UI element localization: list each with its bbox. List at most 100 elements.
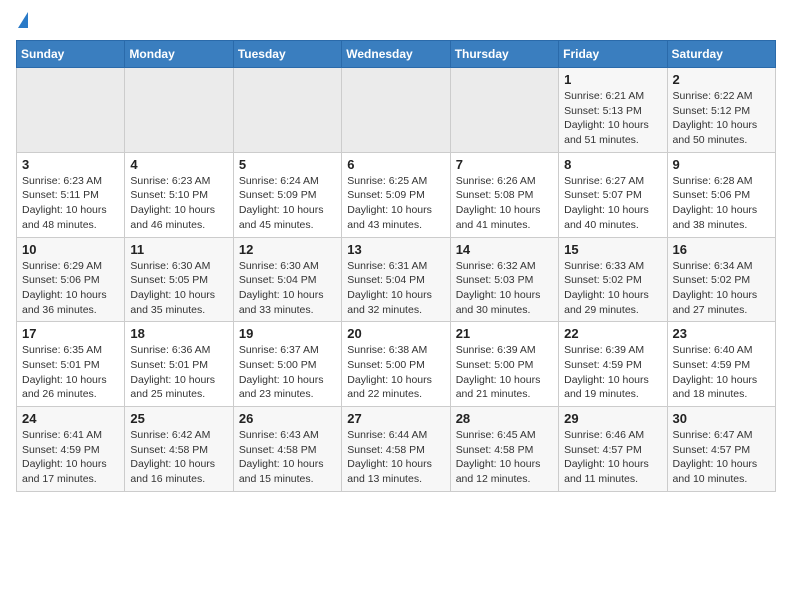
page-header (16, 16, 776, 28)
day-number: 23 (673, 326, 770, 341)
calendar-week-row: 17Sunrise: 6:35 AM Sunset: 5:01 PM Dayli… (17, 322, 776, 407)
weekday-header: Monday (125, 41, 233, 68)
day-number: 11 (130, 242, 227, 257)
calendar-cell: 4 Sunrise: 6:23 AM Sunset: 5:10 PM Daylig… (125, 152, 233, 237)
calendar-cell (125, 68, 233, 153)
day-info: Sunrise: 6:25 AM Sunset: 5:09 PM Dayligh… (347, 174, 444, 233)
calendar-header-row: SundayMondayTuesdayWednesdayThursdayFrid… (17, 41, 776, 68)
calendar-cell: 23Sunrise: 6:40 AM Sunset: 4:59 PM Dayli… (667, 322, 775, 407)
calendar-cell: 2Sunrise: 6:22 AM Sunset: 5:12 PM Daylig… (667, 68, 775, 153)
day-info: Sunrise: 6:34 AM Sunset: 5:02 PM Dayligh… (673, 259, 770, 318)
day-info: Sunrise: 6:44 AM Sunset: 4:58 PM Dayligh… (347, 428, 444, 487)
day-info: Sunrise: 6:45 AM Sunset: 4:58 PM Dayligh… (456, 428, 553, 487)
day-info: Sunrise: 6:39 AM Sunset: 4:59 PM Dayligh… (564, 343, 661, 402)
day-number: 21 (456, 326, 553, 341)
calendar-cell (450, 68, 558, 153)
calendar-cell (342, 68, 450, 153)
day-info: Sunrise: 6:41 AM Sunset: 4:59 PM Dayligh… (22, 428, 119, 487)
day-number: 2 (673, 72, 770, 87)
calendar-cell: 15 Sunrise: 6:33 AM Sunset: 5:02 PM Dayli… (559, 237, 667, 322)
calendar-cell: 13 Sunrise: 6:31 AM Sunset: 5:04 PM Dayli… (342, 237, 450, 322)
day-info: Sunrise: 6:31 AM Sunset: 5:04 PM Dayligh… (347, 259, 444, 318)
day-info: Sunrise: 6:26 AM Sunset: 5:08 PM Dayligh… (456, 174, 553, 233)
logo (16, 16, 28, 28)
calendar-cell: 24 Sunrise: 6:41 AM Sunset: 4:59 PM Dayli… (17, 407, 125, 492)
day-info: Sunrise: 6:36 AM Sunset: 5:01 PM Dayligh… (130, 343, 227, 402)
calendar-table: SundayMondayTuesdayWednesdayThursdayFrid… (16, 40, 776, 492)
day-info: Sunrise: 6:38 AM Sunset: 5:00 PM Dayligh… (347, 343, 444, 402)
weekday-header: Saturday (667, 41, 775, 68)
calendar-cell (233, 68, 341, 153)
day-number: 26 (239, 411, 336, 426)
day-info: Sunrise: 6:32 AM Sunset: 5:03 PM Dayligh… (456, 259, 553, 318)
day-info: Sunrise: 6:21 AM Sunset: 5:13 PM Dayligh… (564, 89, 661, 148)
day-number: 8 (564, 157, 661, 172)
day-number: 29 (564, 411, 661, 426)
calendar-cell: 27Sunrise: 6:44 AM Sunset: 4:58 PM Dayli… (342, 407, 450, 492)
calendar-cell: 29 Sunrise: 6:46 AM Sunset: 4:57 PM Dayli… (559, 407, 667, 492)
calendar-cell: 20 Sunrise: 6:38 AM Sunset: 5:00 PM Dayli… (342, 322, 450, 407)
calendar-cell: 17Sunrise: 6:35 AM Sunset: 5:01 PM Dayli… (17, 322, 125, 407)
day-info: Sunrise: 6:30 AM Sunset: 5:04 PM Dayligh… (239, 259, 336, 318)
calendar-week-row: 10Sunrise: 6:29 AM Sunset: 5:06 PM Dayli… (17, 237, 776, 322)
day-number: 22 (564, 326, 661, 341)
page-container: SundayMondayTuesdayWednesdayThursdayFrid… (0, 0, 792, 504)
calendar-week-row: 3 Sunrise: 6:23 AM Sunset: 5:11 PM Daylig… (17, 152, 776, 237)
day-number: 20 (347, 326, 444, 341)
calendar-week-row: 1 Sunrise: 6:21 AM Sunset: 5:13 PM Daylig… (17, 68, 776, 153)
calendar-week-row: 24 Sunrise: 6:41 AM Sunset: 4:59 PM Dayli… (17, 407, 776, 492)
day-number: 3 (22, 157, 119, 172)
weekday-header: Tuesday (233, 41, 341, 68)
day-number: 28 (456, 411, 553, 426)
day-number: 18 (130, 326, 227, 341)
day-info: Sunrise: 6:33 AM Sunset: 5:02 PM Dayligh… (564, 259, 661, 318)
calendar-cell: 21 Sunrise: 6:39 AM Sunset: 5:00 PM Dayli… (450, 322, 558, 407)
day-info: Sunrise: 6:29 AM Sunset: 5:06 PM Dayligh… (22, 259, 119, 318)
day-number: 30 (673, 411, 770, 426)
weekday-header: Thursday (450, 41, 558, 68)
calendar-cell: 19 Sunrise: 6:37 AM Sunset: 5:00 PM Dayli… (233, 322, 341, 407)
calendar-cell: 18 Sunrise: 6:36 AM Sunset: 5:01 PM Dayli… (125, 322, 233, 407)
calendar-cell: 12 Sunrise: 6:30 AM Sunset: 5:04 PM Dayli… (233, 237, 341, 322)
day-number: 15 (564, 242, 661, 257)
day-info: Sunrise: 6:42 AM Sunset: 4:58 PM Dayligh… (130, 428, 227, 487)
weekday-header: Friday (559, 41, 667, 68)
calendar-cell: 16 Sunrise: 6:34 AM Sunset: 5:02 PM Dayli… (667, 237, 775, 322)
weekday-header: Wednesday (342, 41, 450, 68)
calendar-cell: 9 Sunrise: 6:28 AM Sunset: 5:06 PM Daylig… (667, 152, 775, 237)
day-info: Sunrise: 6:39 AM Sunset: 5:00 PM Dayligh… (456, 343, 553, 402)
calendar-cell (17, 68, 125, 153)
day-number: 1 (564, 72, 661, 87)
day-number: 13 (347, 242, 444, 257)
day-number: 5 (239, 157, 336, 172)
day-info: Sunrise: 6:24 AM Sunset: 5:09 PM Dayligh… (239, 174, 336, 233)
day-info: Sunrise: 6:35 AM Sunset: 5:01 PM Dayligh… (22, 343, 119, 402)
day-number: 12 (239, 242, 336, 257)
calendar-cell: 10Sunrise: 6:29 AM Sunset: 5:06 PM Dayli… (17, 237, 125, 322)
day-number: 16 (673, 242, 770, 257)
calendar-cell: 1 Sunrise: 6:21 AM Sunset: 5:13 PM Daylig… (559, 68, 667, 153)
calendar-cell: 3 Sunrise: 6:23 AM Sunset: 5:11 PM Daylig… (17, 152, 125, 237)
day-info: Sunrise: 6:30 AM Sunset: 5:05 PM Dayligh… (130, 259, 227, 318)
day-info: Sunrise: 6:27 AM Sunset: 5:07 PM Dayligh… (564, 174, 661, 233)
day-info: Sunrise: 6:23 AM Sunset: 5:11 PM Dayligh… (22, 174, 119, 233)
logo-triangle-icon (18, 12, 28, 28)
day-number: 7 (456, 157, 553, 172)
day-info: Sunrise: 6:47 AM Sunset: 4:57 PM Dayligh… (673, 428, 770, 487)
day-number: 24 (22, 411, 119, 426)
day-info: Sunrise: 6:23 AM Sunset: 5:10 PM Dayligh… (130, 174, 227, 233)
day-number: 9 (673, 157, 770, 172)
day-info: Sunrise: 6:46 AM Sunset: 4:57 PM Dayligh… (564, 428, 661, 487)
calendar-cell: 22 Sunrise: 6:39 AM Sunset: 4:59 PM Dayli… (559, 322, 667, 407)
calendar-cell: 7 Sunrise: 6:26 AM Sunset: 5:08 PM Daylig… (450, 152, 558, 237)
day-number: 19 (239, 326, 336, 341)
day-info: Sunrise: 6:37 AM Sunset: 5:00 PM Dayligh… (239, 343, 336, 402)
calendar-cell: 11 Sunrise: 6:30 AM Sunset: 5:05 PM Dayli… (125, 237, 233, 322)
calendar-cell: 26Sunrise: 6:43 AM Sunset: 4:58 PM Dayli… (233, 407, 341, 492)
calendar-cell: 25Sunrise: 6:42 AM Sunset: 4:58 PM Dayli… (125, 407, 233, 492)
day-info: Sunrise: 6:28 AM Sunset: 5:06 PM Dayligh… (673, 174, 770, 233)
calendar-cell: 14Sunrise: 6:32 AM Sunset: 5:03 PM Dayli… (450, 237, 558, 322)
calendar-cell: 5 Sunrise: 6:24 AM Sunset: 5:09 PM Daylig… (233, 152, 341, 237)
day-number: 4 (130, 157, 227, 172)
weekday-header: Sunday (17, 41, 125, 68)
